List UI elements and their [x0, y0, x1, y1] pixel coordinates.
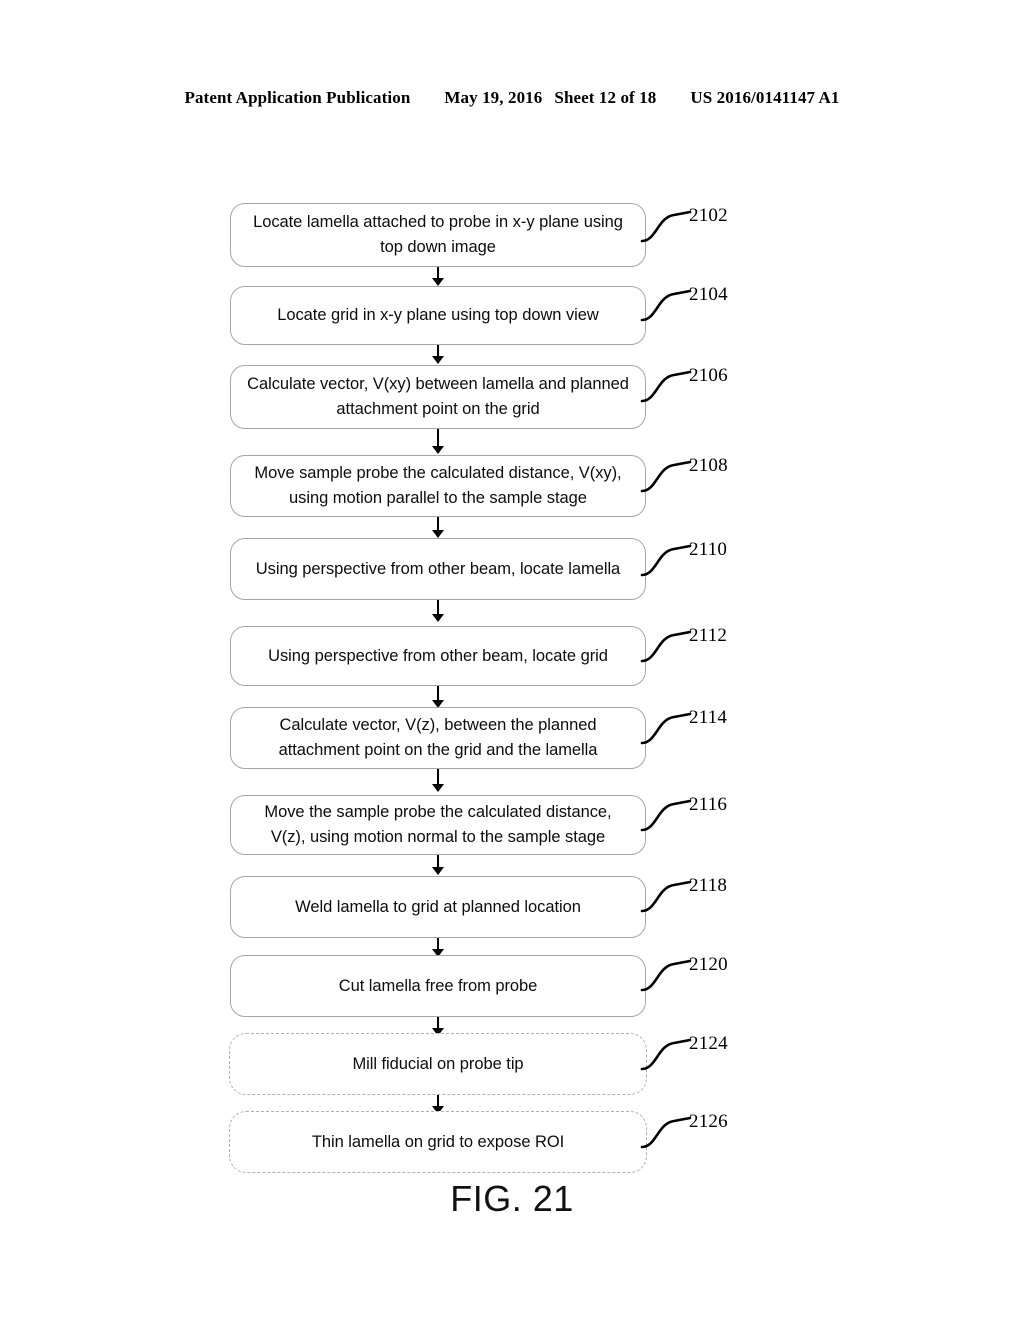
flow-node-2114-label: Calculate vector, V(z), between the plan… — [278, 716, 598, 759]
flow-node-2116-label: Move the sample probe the calculated dis… — [264, 803, 612, 846]
ref-numeral-2110: 2110 — [689, 539, 728, 560]
ref-numeral-2114: 2114 — [689, 707, 728, 728]
flow-arrow-2114-2116 — [431, 769, 445, 792]
flow-node-2106: Calculate vector, V(xy) between lamella … — [230, 365, 646, 429]
flow-node-2118: Weld lamella to grid at planned location — [230, 876, 646, 938]
ref-numeral-2102: 2102 — [689, 205, 728, 226]
flow-node-2114: Calculate vector, V(z), between the plan… — [230, 707, 646, 769]
flow-node-2124-label: Mill fiducial on probe tip — [352, 1054, 524, 1073]
flow-node-2110-label: Using perspective from other beam, locat… — [255, 559, 621, 578]
flow-arrow-2106-2108 — [431, 429, 445, 454]
ref-numeral-2108: 2108 — [689, 455, 728, 476]
flow-node-2102-label: Locate lamella attached to probe in x-y … — [253, 213, 623, 256]
ref-numeral-2126: 2126 — [689, 1111, 728, 1132]
flow-node-2120-label: Cut lamella free from probe — [338, 976, 538, 995]
flow-node-2116: Move the sample probe the calculated dis… — [230, 795, 646, 855]
flow-node-2110: Using perspective from other beam, locat… — [230, 538, 646, 600]
ref-numeral-2106: 2106 — [689, 365, 728, 386]
figure-caption: FIG. 21 — [450, 1178, 574, 1219]
flow-node-2126: Thin lamella on grid to expose ROI — [229, 1111, 647, 1173]
flow-node-2108-label: Move sample probe the calculated distanc… — [254, 464, 622, 507]
ref-numeral-2112: 2112 — [689, 625, 728, 646]
ref-numeral-2120: 2120 — [689, 954, 728, 975]
flow-node-2112: Using perspective from other beam, locat… — [230, 626, 646, 686]
flow-arrow-2116-2118 — [431, 855, 445, 875]
flow-node-2124: Mill fiducial on probe tip — [229, 1033, 647, 1095]
ref-numeral-2116: 2116 — [689, 794, 728, 815]
flow-node-2106-label: Calculate vector, V(xy) between lamella … — [247, 375, 629, 418]
flow-arrow-2110-2112 — [431, 600, 445, 622]
flow-node-2118-label: Weld lamella to grid at planned location — [295, 897, 581, 916]
ref-numeral-2104: 2104 — [689, 284, 728, 305]
flow-arrow-2102-2104 — [431, 267, 445, 286]
ref-numeral-2118: 2118 — [689, 875, 728, 896]
flow-node-2112-label: Using perspective from other beam, locat… — [268, 646, 608, 665]
flow-node-2108: Move sample probe the calculated distanc… — [230, 455, 646, 517]
flowchart: Locate lamella attached to probe in x-y … — [0, 0, 1024, 1320]
flow-node-2102: Locate lamella attached to probe in x-y … — [230, 203, 646, 267]
flow-arrow-2108-2110 — [431, 517, 445, 538]
flow-arrow-2104-2106 — [431, 345, 445, 364]
flow-node-2104-label: Locate grid in x-y plane using top down … — [277, 306, 599, 324]
flow-arrow-2112-2114 — [431, 686, 445, 708]
ref-numeral-2124: 2124 — [689, 1033, 728, 1054]
flow-node-2120: Cut lamella free from probe — [230, 955, 646, 1017]
flow-node-2104: Locate grid in x-y plane using top down … — [230, 286, 646, 345]
flow-node-2126-label: Thin lamella on grid to expose ROI — [311, 1132, 565, 1151]
